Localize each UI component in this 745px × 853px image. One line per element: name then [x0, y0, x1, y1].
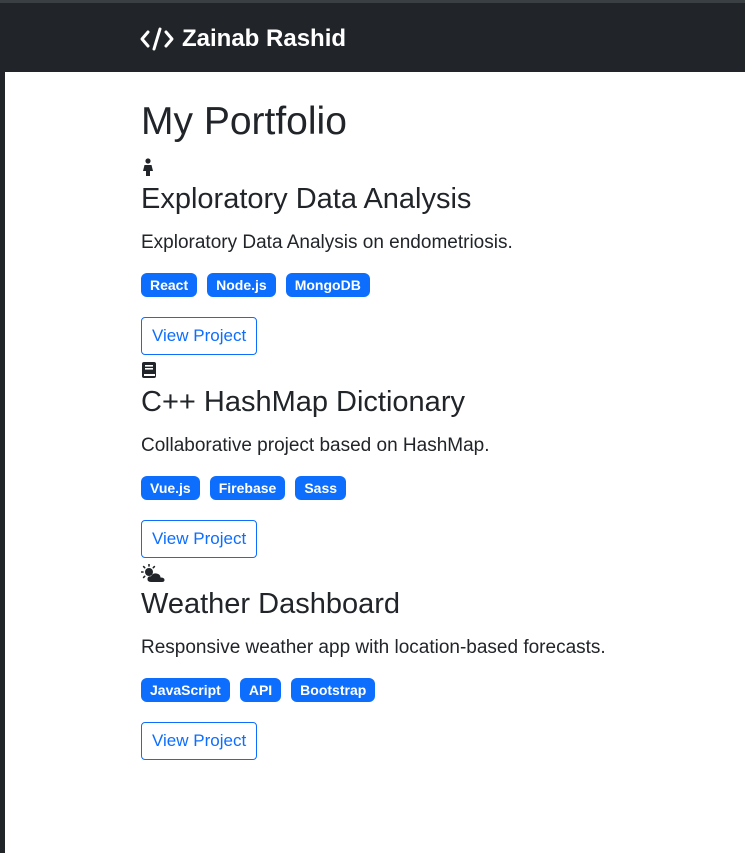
project-title: Weather Dashboard: [141, 588, 401, 620]
project-title: C++ HashMap Dictionary: [141, 386, 465, 418]
project-description: Exploratory Data Analysis on endometrios…: [141, 232, 513, 253]
brand-name: Zainab Rashid: [182, 25, 347, 52]
view-project-button[interactable]: View Project: [141, 722, 258, 760]
project-card: C++ HashMap Dictionary Collaborative pro…: [141, 361, 701, 558]
tag-list: Vue.js Firebase Sass: [141, 476, 701, 500]
book-icon: [142, 362, 156, 378]
tag-list: React Node.js MongoDB: [141, 273, 701, 297]
navbar: Zainab Rashid: [0, 0, 745, 72]
tag-badge: Bootstrap: [291, 678, 376, 702]
tag-badge: React: [141, 273, 198, 297]
female-figure-icon: [143, 158, 153, 176]
tag-badge: Node.js: [207, 273, 276, 297]
project-description: Collaborative project based on HashMap.: [141, 435, 490, 456]
tag-badge: API: [239, 678, 282, 702]
view-project-button[interactable]: View Project: [141, 317, 258, 355]
project-title: Exploratory Data Analysis: [141, 183, 472, 215]
project-card: Exploratory Data Analysis Exploratory Da…: [141, 158, 701, 355]
project-card: Weather Dashboard Responsive weather app…: [141, 564, 701, 760]
tag-badge: JavaScript: [141, 678, 230, 702]
cloud-sun-icon: [141, 564, 165, 582]
project-description: Responsive weather app with location-bas…: [141, 637, 606, 658]
brand-link[interactable]: Zainab Rashid: [140, 25, 346, 53]
tag-badge: Vue.js: [141, 476, 200, 500]
code-icon: [140, 27, 174, 51]
tag-badge: Firebase: [209, 476, 286, 500]
tag-badge: MongoDB: [285, 273, 370, 297]
tag-list: JavaScript API Bootstrap: [141, 678, 701, 702]
page-title: My Portfolio: [141, 100, 347, 143]
tag-badge: Sass: [295, 476, 347, 500]
portfolio-container: My Portfolio Exploratory Data Analysis E…: [141, 100, 701, 760]
view-project-button[interactable]: View Project: [141, 520, 258, 558]
